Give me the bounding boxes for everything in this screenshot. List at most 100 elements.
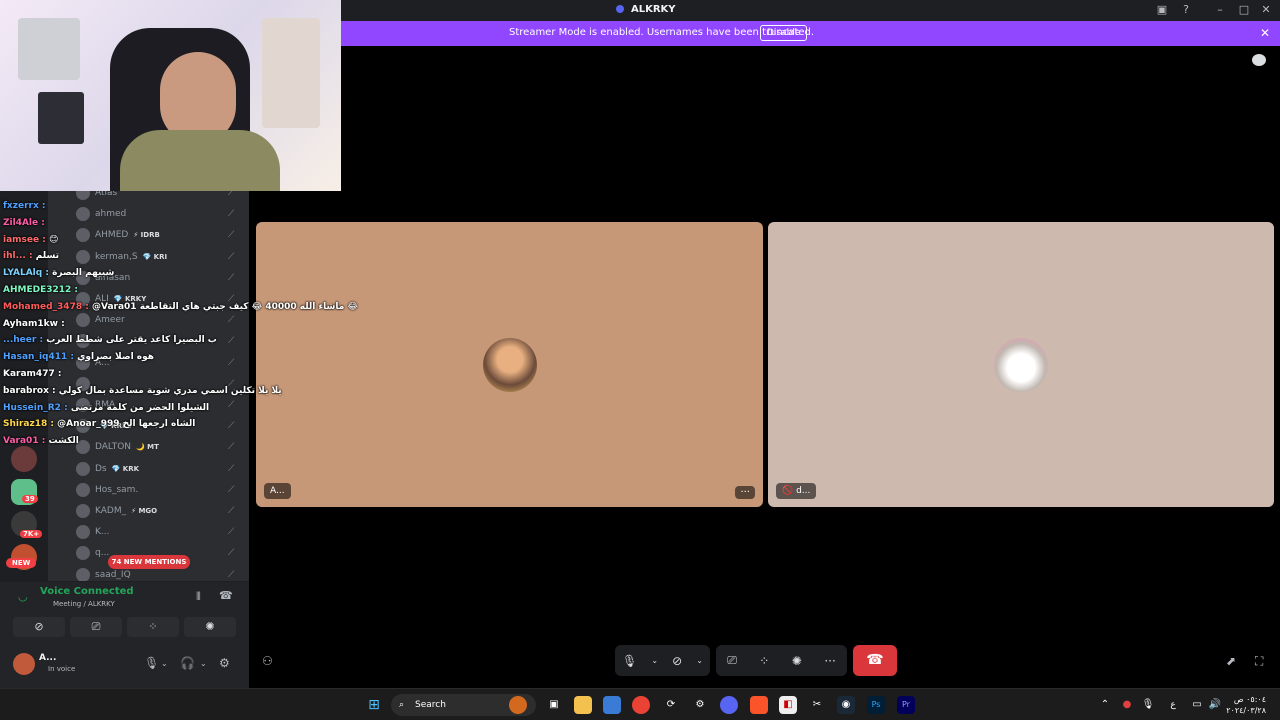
- network-icon[interactable]: ▭: [1188, 696, 1206, 714]
- camera-off-icon[interactable]: ⊘: [672, 654, 682, 668]
- app-icon[interactable]: ◧: [779, 696, 797, 714]
- search-label: Search: [415, 700, 446, 710]
- user-status: In voice: [48, 665, 76, 673]
- chevron-down-icon[interactable]: ⌄: [651, 656, 658, 665]
- participant-name: d...: [796, 486, 811, 496]
- noise-icon[interactable]: ⦀: [196, 590, 201, 604]
- member-name: q...: [95, 548, 110, 559]
- microphone-icon[interactable]: 🎙: [144, 656, 159, 670]
- voice-channel[interactable]: Meeting / ALKRKY: [53, 600, 115, 608]
- server-icon[interactable]: [11, 446, 37, 472]
- screen-share-button[interactable]: ⎚: [70, 617, 122, 637]
- soundboard-icon[interactable]: ✺: [792, 654, 802, 668]
- screen-share-icon[interactable]: ▣: [1154, 3, 1170, 16]
- steam-like-icon[interactable]: ⚙: [691, 696, 709, 714]
- windows-start-icon[interactable]: ⊞: [365, 696, 383, 714]
- voice-member[interactable]: kerman,S 💎 KRI ⟋: [76, 248, 234, 266]
- search-icon: ⌕: [399, 700, 405, 710]
- new-mentions-button[interactable]: 74 NEW MENTIONS: [108, 555, 190, 569]
- activities-icon[interactable]: ⁘: [759, 654, 769, 668]
- steam-icon[interactable]: ◉: [837, 696, 855, 714]
- photoshop-icon[interactable]: Ps: [867, 696, 885, 714]
- tray-app-icon[interactable]: ●: [1118, 696, 1136, 714]
- app-icon[interactable]: ⟳: [662, 696, 680, 714]
- chat-message: fxzerrx :: [3, 201, 45, 211]
- chat-message: AHMEDE3212 :: [3, 285, 78, 295]
- voice-member[interactable]: Hos_sam. ⟋: [76, 481, 234, 499]
- voice-status: Voice Connected: [40, 586, 134, 597]
- fullscreen-icon[interactable]: ⛶: [1255, 654, 1263, 669]
- camera-off-button[interactable]: ⊘: [13, 617, 65, 637]
- deafen-icon: ⟋: [228, 400, 235, 410]
- video-tile[interactable]: 🚫 d...: [768, 222, 1274, 507]
- member-name: saad_IQ: [95, 569, 131, 580]
- deafen-icon: ⟋: [228, 484, 235, 495]
- volume-icon[interactable]: 🔊: [1206, 696, 1224, 714]
- store-icon[interactable]: [603, 696, 621, 714]
- chat-username: iamsee :: [3, 234, 46, 245]
- premiere-icon[interactable]: Pr: [897, 696, 915, 714]
- voice-member[interactable]: Ds 💎 KRK ⟋: [76, 460, 234, 478]
- voice-member[interactable]: KADM_ ⚡ MGO ⟋: [76, 502, 234, 520]
- invite-icon[interactable]: ⚇: [262, 654, 273, 668]
- task-view-icon[interactable]: ▣: [545, 696, 563, 714]
- avatar: [76, 228, 90, 243]
- microphone-tray-icon[interactable]: 🎙: [1139, 696, 1157, 714]
- more-icon[interactable]: ···: [824, 654, 835, 668]
- chat-text: 😊: [48, 234, 59, 245]
- voice-member[interactable]: DALTON 🌙 MT ⟋: [76, 438, 234, 456]
- chat-text: @Anoar_999 الشاه ارجعها الخ: [57, 419, 196, 430]
- video-tile[interactable]: A... ···: [256, 222, 763, 507]
- maximize-button[interactable]: □: [1236, 3, 1252, 16]
- popout-icon[interactable]: ⬈: [1226, 654, 1236, 668]
- close-button[interactable]: ✕: [1258, 3, 1274, 16]
- screen-share-icon[interactable]: ⎚: [727, 653, 737, 668]
- chrome-icon[interactable]: [632, 696, 650, 714]
- language-icon[interactable]: ع: [1164, 696, 1182, 714]
- discord-icon[interactable]: [720, 696, 738, 714]
- minimize-button[interactable]: –: [1212, 3, 1228, 16]
- avatar: [994, 337, 1048, 392]
- streamer-body: [120, 130, 280, 191]
- voice-member[interactable]: Ameer ⟋: [76, 311, 234, 329]
- voice-member[interactable]: AHMED ⚡ IDRB ⟋: [76, 226, 234, 244]
- participant-name: A...: [264, 483, 291, 499]
- member-name: KADM_: [95, 506, 127, 516]
- chat-username: Vara01 :: [3, 436, 46, 447]
- avatar[interactable]: [13, 653, 35, 675]
- voice-member[interactable]: ahmed ⟋: [76, 205, 234, 223]
- voice-member[interactable]: K... ⟋: [76, 523, 234, 541]
- microphone-icon[interactable]: 🎙: [622, 654, 637, 668]
- soundboard-button[interactable]: ✺: [184, 617, 236, 637]
- chat-bubble-icon[interactable]: [1252, 54, 1266, 66]
- disconnect-icon[interactable]: ☎: [219, 589, 233, 602]
- search-highlight-icon[interactable]: [509, 696, 527, 714]
- help-icon[interactable]: ?: [1178, 3, 1194, 16]
- deafen-icon: ⟋: [228, 421, 235, 432]
- more-options-icon[interactable]: ···: [735, 486, 755, 499]
- chevron-down-icon[interactable]: ⌄: [696, 656, 703, 665]
- capcut-icon[interactable]: ✂: [808, 696, 826, 714]
- activities-button[interactable]: ⁘: [127, 617, 179, 637]
- chat-message: Hussein_R2 : الشيلوا الحضر من كلمة مرتضى: [3, 403, 209, 413]
- chevron-up-icon[interactable]: ⌃: [1096, 696, 1114, 714]
- chevron-down-icon[interactable]: ⌄: [200, 659, 207, 668]
- disable-button[interactable]: Disable: [760, 25, 808, 41]
- voice-panel: ◡ Voice Connected Meeting / ALKRKY ⦀ ☎ ⊘…: [0, 581, 249, 641]
- deafen-icon: ⟋: [228, 251, 235, 262]
- leave-call-button[interactable]: ☎: [853, 645, 897, 676]
- chat-text: هوه اصلا بصراوي: [77, 352, 154, 363]
- clock[interactable]: ٠٥:٠٤ ص ٢٠٢٤/٠٣/٢٨: [1226, 694, 1266, 716]
- file-explorer-icon[interactable]: [574, 696, 592, 714]
- taskbar: ⊞ ⌕ Search ▣ ⟳ ⚙ ◧ ✂ ◉ Ps Pr ⌃ ● 🎙 ع ▭ 🔊 …: [0, 688, 1280, 720]
- title-bar: ALKRKY ▣ ? – □ ✕: [341, 0, 1280, 21]
- chat-message: Zil4Ale :: [3, 218, 45, 228]
- call-actions: ⎚ ⁘ ✺ ···: [716, 645, 847, 676]
- chevron-down-icon[interactable]: ⌄: [161, 659, 168, 668]
- close-banner-icon[interactable]: ✕: [1260, 26, 1270, 40]
- brave-icon[interactable]: [750, 696, 768, 714]
- headphones-icon[interactable]: 🎧: [180, 656, 195, 670]
- gear-icon[interactable]: ⚙: [219, 656, 230, 670]
- avatar: [76, 482, 90, 497]
- chat-username: Zil4Ale :: [3, 217, 45, 228]
